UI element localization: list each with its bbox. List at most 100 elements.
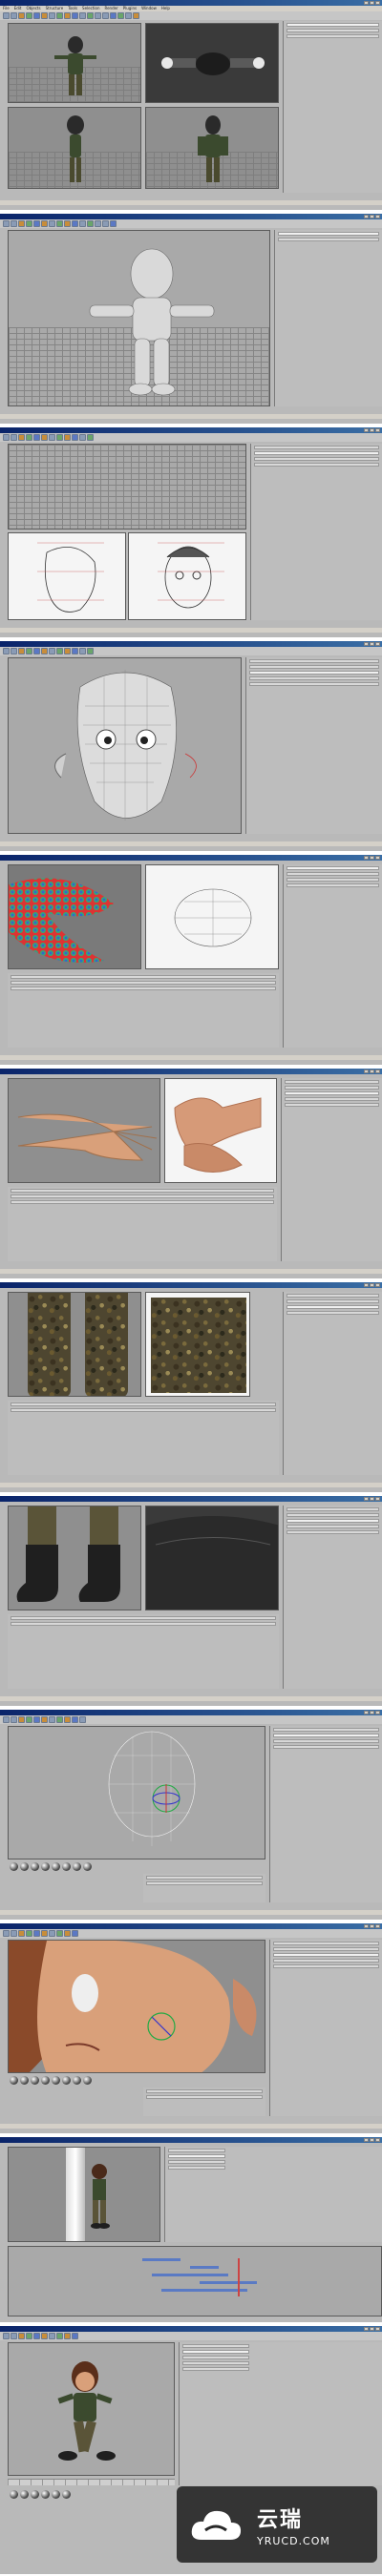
tool-icon[interactable] [87,220,94,227]
panel-row[interactable] [254,451,379,455]
layer-panel[interactable] [283,1506,382,1689]
panel-row[interactable] [286,1507,379,1511]
panel-row[interactable] [11,987,276,990]
maximize-icon[interactable] [370,1924,374,1928]
object-manager-panel[interactable] [283,21,382,193]
tool-icon[interactable] [56,434,63,441]
panel-row[interactable] [286,23,379,27]
minimize-icon[interactable] [364,2138,369,2142]
tool-icon[interactable] [49,648,55,654]
panel-row[interactable] [286,872,379,876]
minimize-icon[interactable] [364,215,369,218]
panel-row[interactable] [249,659,379,663]
tool-icon[interactable] [72,648,78,654]
tool-icon[interactable] [18,1930,25,1937]
attribute-manager-panel[interactable] [250,444,382,620]
panel-row[interactable] [278,232,379,236]
panel-row[interactable] [249,682,379,686]
tool-icon[interactable] [95,12,101,19]
panel-row[interactable] [254,457,379,461]
tool-icon[interactable] [3,12,10,19]
viewport-top[interactable] [145,23,279,103]
sphere-icon[interactable] [52,2490,60,2499]
tool-icon[interactable] [49,220,55,227]
tool-icon[interactable] [56,2333,63,2339]
panel-row[interactable] [273,1964,379,1968]
viewport-perspective[interactable] [8,230,270,406]
tool-icon[interactable] [79,220,86,227]
tool-icon[interactable] [11,1716,17,1723]
tool-icon[interactable] [56,220,63,227]
sphere-icon[interactable] [62,2076,71,2085]
tool-icon[interactable] [26,648,32,654]
tool-icon[interactable] [117,12,124,19]
panel-row[interactable] [11,1200,274,1204]
panel-row[interactable] [168,2160,225,2164]
viewport-pants-render[interactable] [8,1292,141,1397]
panel-row[interactable] [285,1091,379,1095]
tool-icon[interactable] [26,220,32,227]
tool-icon[interactable] [18,1716,25,1723]
tool-icon[interactable] [18,12,25,19]
panel-row[interactable] [285,1086,379,1090]
tool-icon[interactable] [110,220,117,227]
close-icon[interactable] [375,2138,380,2142]
maximize-icon[interactable] [370,1711,374,1714]
tool-icon[interactable] [102,12,109,19]
tool-icon[interactable] [3,648,10,654]
attribute-manager-panel[interactable] [8,1187,277,1261]
tool-icon[interactable] [11,2333,17,2339]
tool-icon[interactable] [87,12,94,19]
tool-icon[interactable] [26,434,32,441]
tool-icon[interactable] [49,1716,55,1723]
sphere-icon[interactable] [41,2076,50,2085]
tool-icon[interactable] [64,1716,71,1723]
panel-row[interactable] [273,1959,379,1963]
tool-icon[interactable] [64,2333,71,2339]
maximize-icon[interactable] [370,2327,374,2331]
panel-row[interactable] [273,1728,379,1732]
tool-icon[interactable] [41,220,48,227]
tool-icon[interactable] [41,648,48,654]
tool-icon[interactable] [11,12,17,19]
attribute-manager-panel[interactable] [274,230,382,406]
attribute-manager-panel[interactable] [8,973,279,1048]
maximize-icon[interactable] [370,1070,374,1073]
tool-icon[interactable] [49,1930,55,1937]
panel-row[interactable] [286,1525,379,1528]
viewport-uv-editor[interactable] [145,864,279,969]
tool-icon[interactable] [41,12,48,19]
close-icon[interactable] [375,1924,380,1928]
panel-row[interactable] [11,1402,276,1406]
panel-row[interactable] [286,1305,379,1309]
close-icon[interactable] [375,1711,380,1714]
sphere-icon[interactable] [20,2490,29,2499]
viewport-perspective[interactable] [8,1940,265,2073]
tool-icon[interactable] [56,1930,63,1937]
panel-row[interactable] [168,2149,225,2152]
panel-row[interactable] [168,2166,225,2170]
viewport-perspective[interactable] [8,23,141,103]
panel-row[interactable] [286,878,379,882]
maximize-icon[interactable] [370,1283,374,1287]
close-icon[interactable] [375,1497,380,1501]
tool-icon[interactable] [3,220,10,227]
panel-row[interactable] [146,1876,263,1880]
tool-icon[interactable] [79,648,86,654]
tool-icon[interactable] [110,12,117,19]
panel-row[interactable] [286,1519,379,1523]
tool-icon[interactable] [64,434,71,441]
viewport-hand-checker[interactable] [8,864,141,969]
object-manager-panel[interactable] [179,2342,382,2485]
tool-icon[interactable] [33,434,40,441]
panel-row[interactable] [273,1739,379,1743]
tool-icon[interactable] [11,648,17,654]
tool-icon[interactable] [26,1930,32,1937]
tool-icon[interactable] [72,12,78,19]
viewport-right[interactable] [8,532,126,620]
close-icon[interactable] [375,2327,380,2331]
panel-row[interactable] [11,1408,276,1412]
tool-icon[interactable] [87,434,94,441]
tool-icon[interactable] [18,648,25,654]
tool-icon[interactable] [11,220,17,227]
